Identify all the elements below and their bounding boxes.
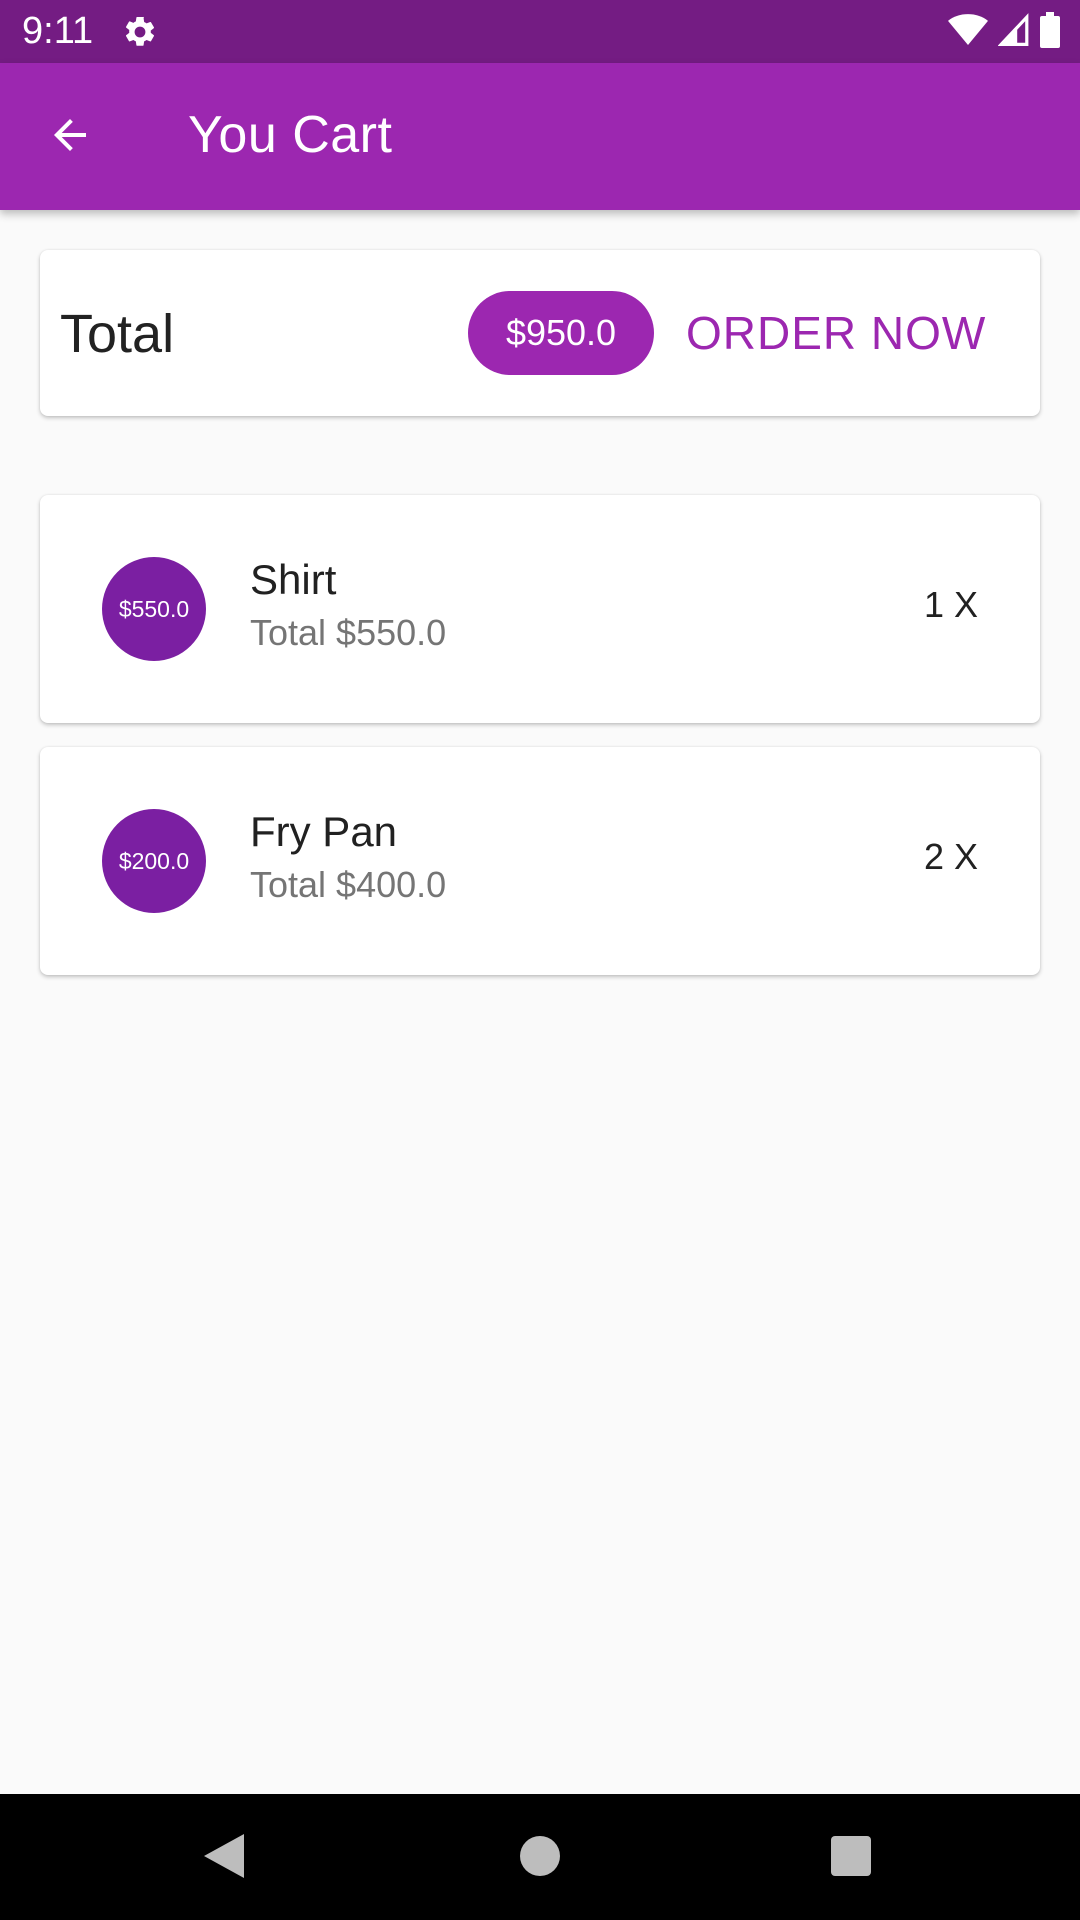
cart-item[interactable]: $200.0 Fry Pan Total $400.0 2 X: [40, 747, 1040, 975]
price-avatar: $200.0: [102, 809, 206, 913]
arrow-left-icon: [46, 111, 94, 164]
wifi-icon: [948, 13, 988, 52]
recents-square-icon[interactable]: [831, 1836, 871, 1876]
cart-item[interactable]: $550.0 Shirt Total $550.0 1 X: [40, 495, 1040, 723]
battery-icon: [1040, 12, 1060, 53]
system-nav-bar: [0, 1794, 1080, 1920]
total-card: Total $950.0 ORDER NOW: [40, 250, 1040, 416]
back-button[interactable]: [40, 107, 100, 167]
cellular-icon: [997, 13, 1030, 52]
item-total: Total $550.0: [250, 612, 447, 653]
app-bar: You Cart: [0, 63, 1080, 210]
gear-icon: [122, 14, 158, 50]
back-triangle-icon[interactable]: [204, 1834, 244, 1883]
status-bar: 9:11: [0, 0, 1080, 63]
price-avatar: $550.0: [102, 557, 206, 661]
total-label: Total: [60, 304, 175, 364]
item-quantity: 2 X: [923, 836, 978, 877]
item-total: Total $400.0: [250, 864, 447, 905]
item-title: Shirt: [250, 556, 337, 603]
page-title: You Cart: [188, 106, 393, 164]
total-amount-chip: $950.0: [468, 291, 654, 375]
home-circle-icon[interactable]: [520, 1836, 560, 1876]
item-quantity: 1 X: [923, 584, 978, 625]
order-now-button[interactable]: ORDER NOW: [676, 300, 996, 366]
item-title: Fry Pan: [250, 808, 398, 855]
status-time: 9:11: [22, 10, 94, 52]
